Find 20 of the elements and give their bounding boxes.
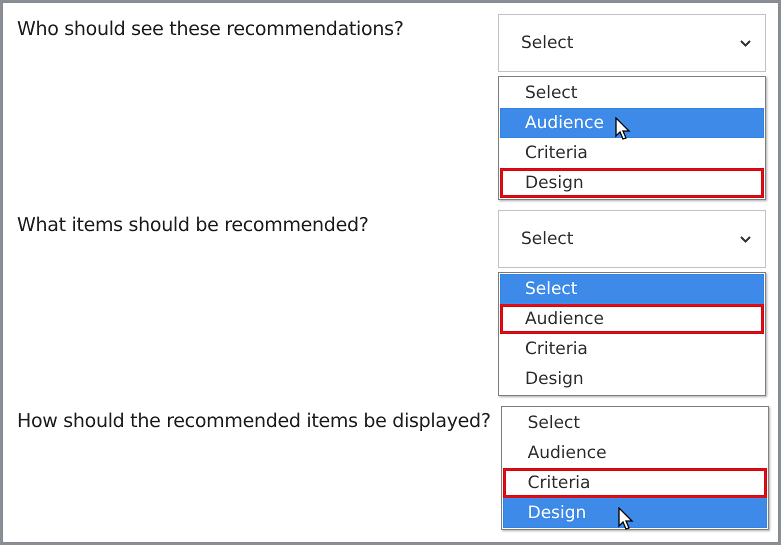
question-text: How should the recommended items be displayed? bbox=[17, 409, 491, 434]
chevron-icon bbox=[740, 236, 751, 242]
dropdown-option[interactable]: Design bbox=[502, 498, 767, 528]
dropdown-option[interactable]: Select bbox=[500, 274, 764, 304]
dropdown-option[interactable]: Criteria bbox=[502, 468, 767, 498]
question-text: What items should be recommended? bbox=[17, 213, 370, 238]
dropdown-option[interactable]: Audience bbox=[502, 438, 767, 468]
question-text: Who should see these recommendations? bbox=[17, 17, 404, 42]
dropdown-option[interactable]: Audience bbox=[500, 304, 764, 334]
cursor-icon bbox=[615, 117, 631, 141]
dropdown-option[interactable]: Criteria bbox=[500, 334, 764, 364]
dropdown-option[interactable]: Audience bbox=[500, 108, 764, 138]
chevron-icon bbox=[740, 40, 751, 46]
dropdown-option[interactable]: Select bbox=[500, 78, 764, 108]
select-dropdown[interactable]: Select bbox=[498, 210, 766, 268]
dropdown-option[interactable]: Design bbox=[500, 168, 764, 198]
dropdown-option[interactable]: Design bbox=[500, 364, 764, 394]
dropdown-option[interactable]: Criteria bbox=[500, 138, 764, 168]
select-dropdown[interactable]: Select bbox=[498, 14, 766, 72]
dropdown-option[interactable]: Select bbox=[502, 408, 767, 438]
